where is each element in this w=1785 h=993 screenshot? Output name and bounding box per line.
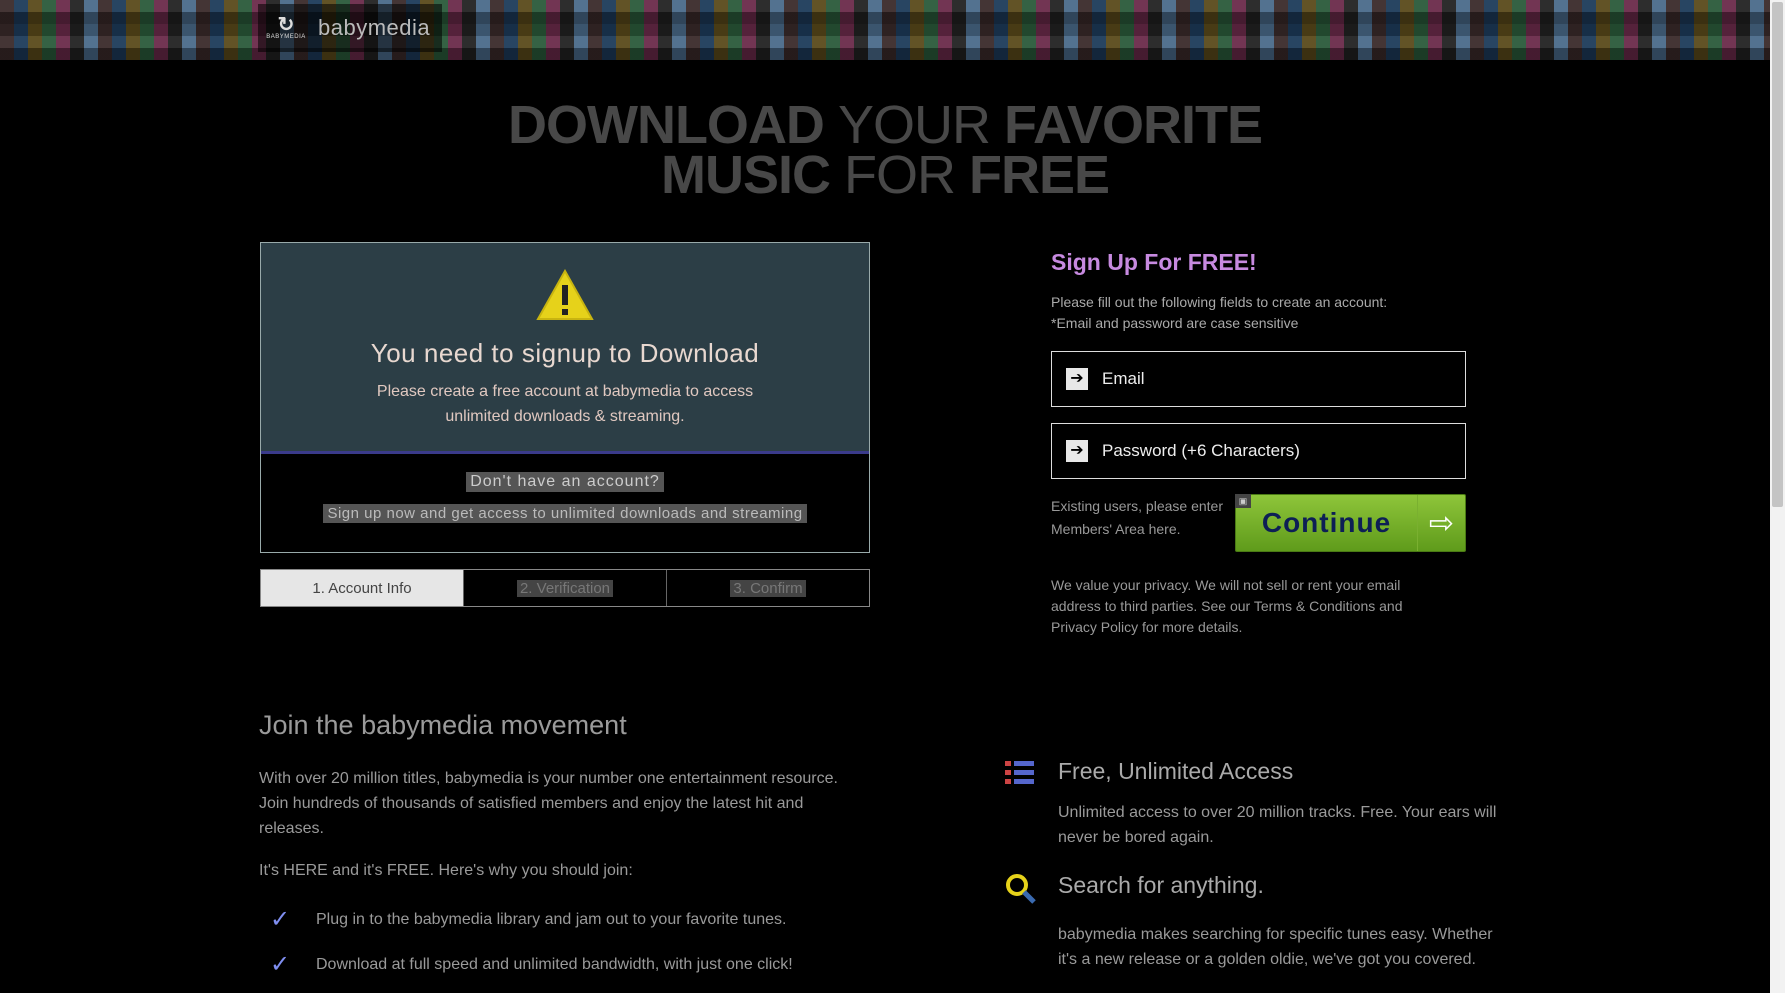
babymedia-logo-icon: ↻ BABYMEDIA — [266, 14, 306, 40]
existing-line: Members' Area here. — [1051, 521, 1181, 537]
arrow-right-icon: ➔ — [1066, 368, 1088, 390]
checkmark-icon: ✓ — [270, 906, 291, 933]
logo-small-text: BABYMEDIA — [266, 34, 306, 40]
notice-top: You need to signup to Download Please cr… — [261, 243, 869, 454]
password-field[interactable]: ➔ — [1051, 423, 1466, 479]
continue-button[interactable]: Continue ⇨ — [1235, 494, 1466, 552]
list-item-text: Download at full speed and unlimited ban… — [316, 955, 793, 973]
notice-sub1: Don't have an account? — [466, 472, 664, 492]
signup-steps: 1. Account Info 2. Verification 3. Confi… — [260, 569, 870, 607]
join-paragraph: With over 20 million titles, babymedia i… — [259, 770, 838, 837]
notice-text-line: unlimited downloads & streaming. — [445, 408, 685, 425]
password-input[interactable] — [1102, 441, 1442, 461]
hero-title: DOWNLOAD YOUR FAVORITE MUSIC FOR FREE — [0, 98, 1770, 202]
scrollbar[interactable] — [1770, 0, 1785, 993]
step-verification[interactable]: 2. Verification — [464, 570, 667, 606]
join-paragraph: It's HERE and it's FREE. Here's why you … — [259, 862, 633, 879]
list-item-text: Plug in to the babymedia library and jam… — [316, 910, 787, 928]
step-label: 2. Verification — [516, 579, 614, 597]
scrollbar-thumb[interactable] — [1772, 2, 1783, 507]
step-label: 3. Confirm — [730, 579, 806, 597]
notice-text: Please create a free account at babymedi… — [261, 379, 869, 429]
hero-word: FREE — [969, 145, 1110, 205]
privacy-note: We value your privacy. We will not sell … — [1051, 577, 1403, 635]
step-account-info[interactable]: 1. Account Info — [261, 570, 464, 606]
form-desc-line: Please fill out the following fields to … — [1051, 294, 1388, 310]
form-description: Please fill out the following fields to … — [1051, 292, 1387, 334]
feature-desc: babymedia makes searching for specific t… — [1058, 926, 1493, 968]
notice-title: You need to signup to Download — [370, 338, 760, 368]
hero-word: MUSIC — [660, 145, 831, 205]
form-desc-line: *Email and password are case sensitive — [1051, 315, 1299, 331]
notice-bottom: Don't have an account? Sign up now and g… — [261, 454, 869, 523]
brand-name: babymedia — [318, 15, 431, 40]
plugin-icon: ▣ — [1235, 494, 1251, 508]
feature-desc: Unlimited access to over 20 million trac… — [1058, 804, 1497, 846]
notice-text-line: Please create a free account at babymedi… — [376, 383, 754, 400]
email-input[interactable] — [1102, 369, 1442, 389]
notice-sub2: Sign up now and get access to unlimited … — [323, 504, 807, 523]
signup-notice: You need to signup to Download Please cr… — [260, 242, 870, 553]
continue-label: Continue — [1261, 507, 1392, 538]
brand[interactable]: ↻ BABYMEDIA babymedia — [258, 4, 443, 52]
search-icon — [1006, 874, 1036, 904]
warning-icon — [536, 268, 594, 320]
list-icon — [1005, 761, 1034, 784]
step-label: 1. Account Info — [312, 579, 412, 597]
feature-title: Free, Unlimited Access — [1058, 758, 1294, 784]
join-title: Join the babymedia movement — [259, 710, 627, 740]
list-item: ✓ Plug in to the babymedia library and j… — [270, 905, 786, 934]
feature-title: Search for anything. — [1058, 872, 1264, 898]
checkmark-icon: ✓ — [270, 951, 291, 978]
arrow-right-icon: ⇨ — [1417, 495, 1465, 551]
step-confirm[interactable]: 3. Confirm — [667, 570, 869, 606]
hero-word: FOR — [843, 145, 956, 205]
existing-users-link[interactable]: Existing users, please enter Members' Ar… — [1051, 495, 1241, 541]
header-mosaic: ↻ BABYMEDIA babymedia — [0, 0, 1770, 60]
email-field[interactable]: ➔ — [1051, 351, 1466, 407]
list-item: ✓ Download at full speed and unlimited b… — [270, 950, 793, 979]
form-title: Sign Up For FREE! — [1051, 249, 1257, 275]
existing-line: Existing users, please enter — [1051, 498, 1223, 514]
arrow-right-icon: ➔ — [1066, 440, 1088, 462]
